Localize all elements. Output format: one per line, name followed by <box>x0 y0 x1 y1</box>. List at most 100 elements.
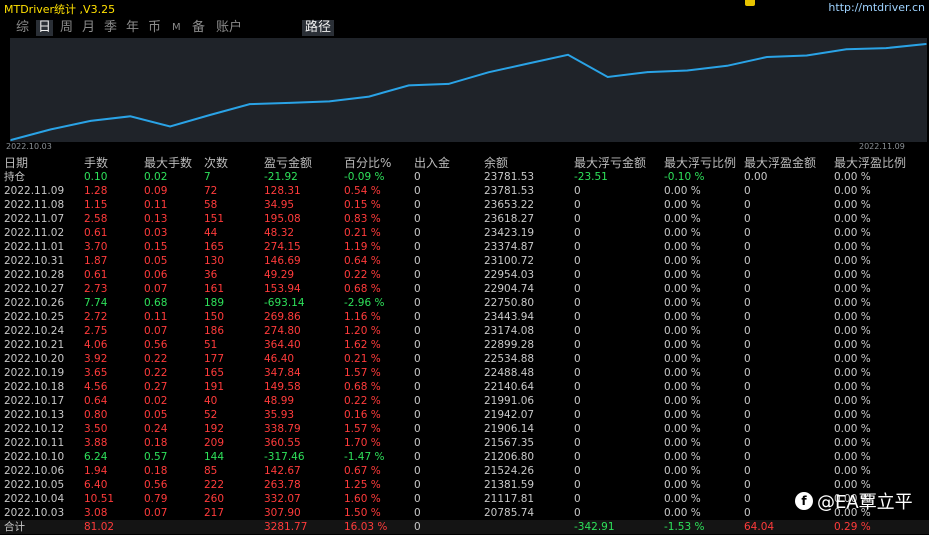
table-row: 2022.10.05 6.40 0.56 222 263.78 1.25 % 0 21381.… <box>0 478 929 492</box>
column-header: 最大浮盈比例 <box>834 156 907 170</box>
close-icon[interactable] <box>745 0 755 6</box>
balance: 22904.74 <box>484 283 535 295</box>
equity-point <box>487 71 490 74</box>
max-lots: 0.15 <box>144 241 168 253</box>
pnl: -317.46 <box>264 451 305 463</box>
table-row: 2022.10.06 1.94 0.18 85 142.67 0.67 % 0 21524.2… <box>0 464 929 478</box>
max-float-profit: 0 <box>744 465 751 477</box>
flow: 0 <box>414 297 421 309</box>
pct: 0.54 % <box>344 185 381 197</box>
tab-4[interactable]: 季 <box>102 20 119 36</box>
count: 165 <box>204 367 225 379</box>
max-float-profit: 0 <box>744 185 751 197</box>
max-float-loss: 0 <box>574 395 581 407</box>
flow: 0 <box>414 493 421 505</box>
tab-3[interactable]: 月 <box>80 20 97 36</box>
tab-6[interactable]: 币 <box>146 20 163 36</box>
pct: 0.16 % <box>344 409 381 421</box>
date: 2022.10.24 <box>4 325 65 337</box>
balance: 22488.48 <box>484 367 535 379</box>
max-lots: 0.07 <box>144 325 168 337</box>
max-lots: 0.07 <box>144 283 168 295</box>
pnl: 263.78 <box>264 479 301 491</box>
max-float-loss-pct: 0.00 % <box>664 269 701 281</box>
pct: 0.22 % <box>344 395 381 407</box>
max-lots: 0.57 <box>144 451 168 463</box>
count: 144 <box>204 451 225 463</box>
date: 2022.10.21 <box>4 339 65 351</box>
max-float-profit-pct: 0.00 % <box>834 423 871 435</box>
max-float-profit: 0 <box>744 311 751 323</box>
count: 130 <box>204 255 225 267</box>
max-float-loss: 0 <box>574 255 581 267</box>
equity-point <box>527 62 529 65</box>
max-float-profit: 0 <box>744 507 751 519</box>
max-float-profit: 0 <box>744 493 751 505</box>
max-float-profit: 0 <box>744 339 751 351</box>
max-lots: 0.68 <box>144 297 168 309</box>
max-float-loss: 0 <box>574 465 581 477</box>
count: 217 <box>204 507 225 519</box>
max-lots: 0.24 <box>144 423 168 435</box>
equity-point <box>805 54 808 57</box>
equity-point <box>328 100 331 103</box>
balance: 21117.81 <box>484 493 535 505</box>
tab-8[interactable]: 备 <box>190 20 207 36</box>
tab-9[interactable]: 账户 <box>214 20 244 36</box>
max-lots: 0.27 <box>144 381 168 393</box>
count: 192 <box>204 423 225 435</box>
tab-0[interactable]: 综 <box>14 20 31 36</box>
tab-7[interactable]: M <box>170 20 183 36</box>
watermark: f @EA覃立平 <box>795 488 913 514</box>
lots: 3.50 <box>84 423 108 435</box>
pnl: 146.69 <box>264 255 301 267</box>
date: 2022.10.26 <box>4 297 65 309</box>
pnl: 347.84 <box>264 367 301 379</box>
lots: 4.06 <box>84 339 108 351</box>
equity-point <box>209 114 211 116</box>
lots: 0.61 <box>84 227 108 239</box>
tab-2[interactable]: 周 <box>58 20 75 36</box>
max-float-profit-pct: 0.00 % <box>834 395 871 407</box>
date: 2022.10.27 <box>4 283 65 295</box>
lots: 2.58 <box>84 213 108 225</box>
table-row: 2022.10.28 0.61 0.06 36 49.29 0.22 % 0 22954.03… <box>0 268 929 282</box>
balance: 22750.80 <box>484 297 535 309</box>
max-float-loss-pct: 0.00 % <box>664 185 701 197</box>
column-header: 余额 <box>484 156 509 170</box>
date: 2022.10.13 <box>4 409 65 421</box>
max-float-profit: 0 <box>744 451 751 463</box>
equity-point <box>726 65 728 67</box>
balance: 21942.07 <box>484 409 535 421</box>
count: 58 <box>204 199 218 211</box>
max-lots: 0.22 <box>144 353 168 365</box>
max-float-loss: 0 <box>574 423 581 435</box>
equity-point <box>408 84 410 87</box>
pct: -1.47 % <box>344 451 385 463</box>
date: 2022.10.18 <box>4 381 65 393</box>
watermark-logo-icon: f <box>795 492 813 510</box>
lots: 3.88 <box>84 437 108 449</box>
balance: 21206.80 <box>484 451 535 463</box>
pct: 16.03 % <box>344 521 388 533</box>
tab-5[interactable]: 年 <box>124 20 141 36</box>
max-float-profit-pct: 0.00 % <box>834 283 871 295</box>
balance: 23443.94 <box>484 311 535 323</box>
max-lots: 0.18 <box>144 437 168 449</box>
flow: 0 <box>414 451 421 463</box>
website-link[interactable]: http://mtdriver.cn <box>828 1 925 14</box>
date: 2022.10.25 <box>4 311 65 323</box>
tab-10[interactable]: 路径 <box>302 20 335 36</box>
max-float-profit: 0 <box>744 199 751 211</box>
pct: 1.60 % <box>344 493 381 505</box>
table-row: 2022.11.09 1.28 0.09 72 128.31 0.54 % 0 23781.5… <box>0 184 929 198</box>
max-float-profit-pct: 0.00 % <box>834 353 871 365</box>
lots: 0.64 <box>84 395 108 407</box>
pnl: 3281.77 <box>264 521 308 533</box>
chart-start-date: 2022.10.03 <box>6 142 52 151</box>
max-float-loss-pct: 0.00 % <box>664 227 701 239</box>
table-row: 2022.10.04 10.51 0.79 260 332.07 1.60 % 0 21117… <box>0 492 929 506</box>
column-header: 手数 <box>84 156 109 170</box>
lots: 10.51 <box>84 493 115 505</box>
tab-1[interactable]: 日 <box>36 20 54 36</box>
